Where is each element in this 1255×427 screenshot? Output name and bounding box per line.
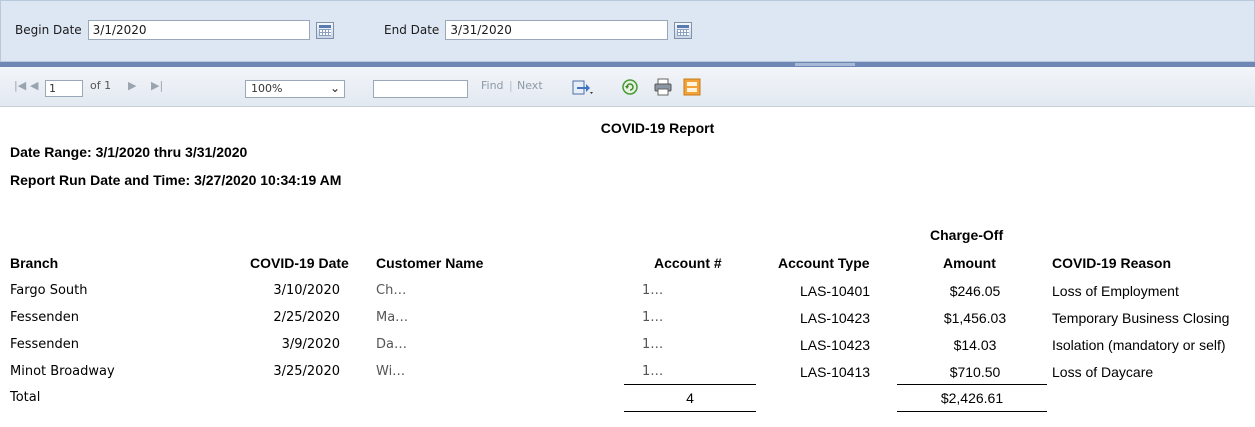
- header-customer-name: Customer Name: [376, 255, 484, 271]
- cell-amount: $1,456.03: [943, 310, 1007, 326]
- begin-date-label: Begin Date: [15, 23, 82, 37]
- page-count-label: of 1: [90, 79, 112, 92]
- begin-date-input[interactable]: [87, 20, 310, 40]
- cell-account: 1…: [642, 310, 664, 325]
- end-date-calendar-icon[interactable]: [674, 21, 693, 39]
- end-date-param: End Date: [384, 20, 693, 40]
- header-account-type: Account Type: [778, 255, 870, 271]
- prev-page-icon[interactable]: ◀: [30, 79, 38, 92]
- run-date-text: Report Run Date and Time: 3/27/2020 10:3…: [10, 172, 342, 188]
- report-title: COVID-19 Report: [600, 120, 715, 136]
- date-range-text: Date Range: 3/1/2020 thru 3/31/2020: [10, 144, 248, 160]
- page-number-input[interactable]: [45, 80, 83, 97]
- cell-reason: Loss of Daycare: [1052, 364, 1154, 380]
- cell-account-type: LAS-10423: [799, 310, 871, 326]
- total-label: Total: [10, 390, 41, 405]
- cell-customer: Ch…: [376, 283, 407, 298]
- header-account: Account #: [654, 255, 722, 271]
- header-branch: Branch: [10, 255, 59, 271]
- header-chargeoff-line1: Charge-Off: [930, 227, 1004, 243]
- chevron-down-icon: ⌄: [329, 81, 340, 95]
- account-total-rule-bottom: [624, 411, 756, 412]
- cell-account: 1…: [642, 364, 664, 379]
- first-page-icon[interactable]: |◀: [14, 79, 26, 92]
- find-link[interactable]: Find: [481, 79, 504, 92]
- export-icon[interactable]: [572, 78, 594, 96]
- cell-reason: Isolation (mandatory or self): [1052, 337, 1226, 353]
- cell-amount: $14.03: [953, 337, 997, 353]
- cell-branch: Minot Broadway: [10, 364, 115, 379]
- total-amount: $2,426.61: [940, 390, 1004, 406]
- cell-reason: Loss of Employment: [1052, 283, 1179, 299]
- cell-account-type: LAS-10401: [799, 283, 871, 299]
- cell-date: 3/25/2020: [273, 364, 340, 379]
- zoom-select[interactable]: 100% ⌄: [245, 80, 345, 98]
- cell-branch: Fessenden: [10, 337, 80, 352]
- cell-date: 3/10/2020: [273, 283, 340, 298]
- last-page-icon[interactable]: ▶|: [151, 79, 163, 92]
- cell-branch: Fessenden: [10, 310, 80, 325]
- print-layout-icon[interactable]: [683, 78, 701, 96]
- end-date-input[interactable]: [445, 20, 669, 40]
- amount-total-rule-top: [897, 384, 1047, 385]
- end-date-label: End Date: [384, 23, 440, 37]
- cell-amount: $710.50: [949, 364, 1001, 380]
- cell-customer: Wi…: [376, 364, 406, 379]
- cell-customer: Ma…: [376, 310, 409, 325]
- cell-account: 1…: [642, 337, 664, 352]
- cell-amount: $246.05: [949, 283, 1001, 299]
- find-separator: |: [509, 79, 513, 92]
- cell-account: 1…: [642, 283, 664, 298]
- find-input[interactable]: [373, 80, 468, 98]
- begin-date-param: Begin Date: [15, 20, 334, 40]
- zoom-value: 100%: [251, 82, 283, 95]
- header-chargeoff-line2: Amount: [943, 255, 996, 271]
- cell-customer: Da…: [376, 337, 407, 352]
- cell-date: 2/25/2020: [273, 310, 340, 325]
- total-count: 4: [686, 390, 694, 406]
- splitter-grip[interactable]: [795, 63, 855, 66]
- report-toolbar: |◀ ◀ of 1 ▶ ▶| 100% ⌄ Find | Next: [0, 67, 1255, 107]
- amount-total-rule-bottom: [897, 411, 1047, 412]
- next-page-icon[interactable]: ▶: [128, 79, 136, 92]
- print-icon[interactable]: [653, 78, 673, 96]
- report-body: COVID-19 Report Date Range: 3/1/2020 thr…: [0, 107, 1255, 427]
- refresh-icon[interactable]: [621, 78, 639, 96]
- parameter-area: Begin Date End Date: [0, 0, 1255, 62]
- header-covid-reason: COVID-19 Reason: [1052, 255, 1172, 271]
- cell-branch: Fargo South: [10, 283, 88, 298]
- cell-account-type: LAS-10423: [799, 337, 871, 353]
- account-total-rule-top: [624, 384, 756, 385]
- begin-date-calendar-icon[interactable]: [315, 21, 334, 39]
- next-link[interactable]: Next: [517, 79, 543, 92]
- header-covid-date: COVID-19 Date: [250, 255, 349, 271]
- cell-reason: Temporary Business Closing: [1052, 310, 1230, 326]
- cell-account-type: LAS-10413: [799, 364, 871, 380]
- cell-date: 3/9/2020: [281, 337, 340, 352]
